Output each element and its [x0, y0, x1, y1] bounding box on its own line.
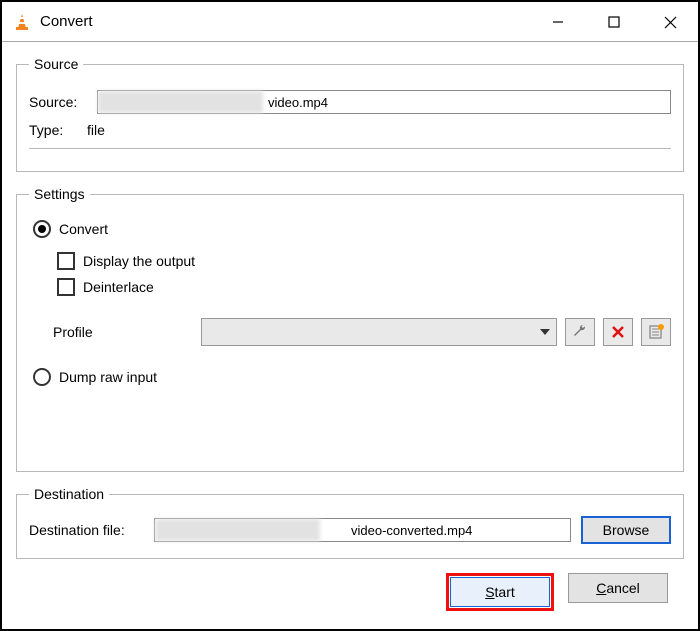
- convert-radio[interactable]: [33, 220, 51, 238]
- deinterlace-label: Deinterlace: [83, 279, 154, 295]
- new-profile-button[interactable]: [641, 318, 671, 346]
- settings-legend: Settings: [29, 186, 90, 202]
- dropdown-icon: [540, 329, 550, 335]
- delete-profile-button[interactable]: [603, 318, 633, 346]
- window-title: Convert: [40, 13, 93, 30]
- dump-label: Dump raw input: [59, 369, 157, 385]
- settings-group: Settings Convert Display the output Dein…: [16, 186, 684, 472]
- source-input[interactable]: [97, 90, 671, 114]
- cancel-button-label: Cancel: [596, 580, 640, 596]
- minimize-button[interactable]: [530, 2, 586, 42]
- browse-button[interactable]: Browse: [581, 516, 671, 544]
- source-legend: Source: [29, 56, 83, 72]
- profile-label: Profile: [53, 324, 193, 340]
- source-label: Source:: [29, 94, 89, 110]
- deinterlace-checkbox[interactable]: [57, 278, 75, 296]
- start-button[interactable]: Start: [450, 577, 550, 607]
- destination-input[interactable]: [154, 518, 571, 542]
- source-group: Source Source: Type: file: [16, 56, 684, 172]
- close-button[interactable]: [642, 2, 698, 42]
- display-output-label: Display the output: [83, 253, 195, 269]
- wrench-icon: [571, 323, 589, 341]
- cancel-button[interactable]: Cancel: [568, 573, 668, 603]
- titlebar[interactable]: Convert: [2, 2, 698, 42]
- x-red-icon: [611, 325, 625, 339]
- dump-radio[interactable]: [33, 368, 51, 386]
- maximize-button[interactable]: [586, 2, 642, 42]
- edit-profile-button[interactable]: [565, 318, 595, 346]
- convert-label: Convert: [59, 221, 108, 237]
- convert-dialog: Convert Source Source: Type:: [0, 0, 700, 631]
- profile-combobox[interactable]: [201, 318, 557, 346]
- type-value: file: [87, 122, 105, 138]
- destination-group: Destination Destination file: Browse: [16, 486, 684, 559]
- destination-legend: Destination: [29, 486, 109, 502]
- type-label: Type:: [29, 122, 79, 138]
- start-button-label: Start: [485, 584, 515, 600]
- start-highlight: Start: [446, 573, 554, 611]
- display-output-checkbox[interactable]: [57, 252, 75, 270]
- vlc-icon: [12, 12, 32, 32]
- new-doc-icon: [647, 323, 665, 341]
- destination-file-label: Destination file:: [29, 522, 144, 538]
